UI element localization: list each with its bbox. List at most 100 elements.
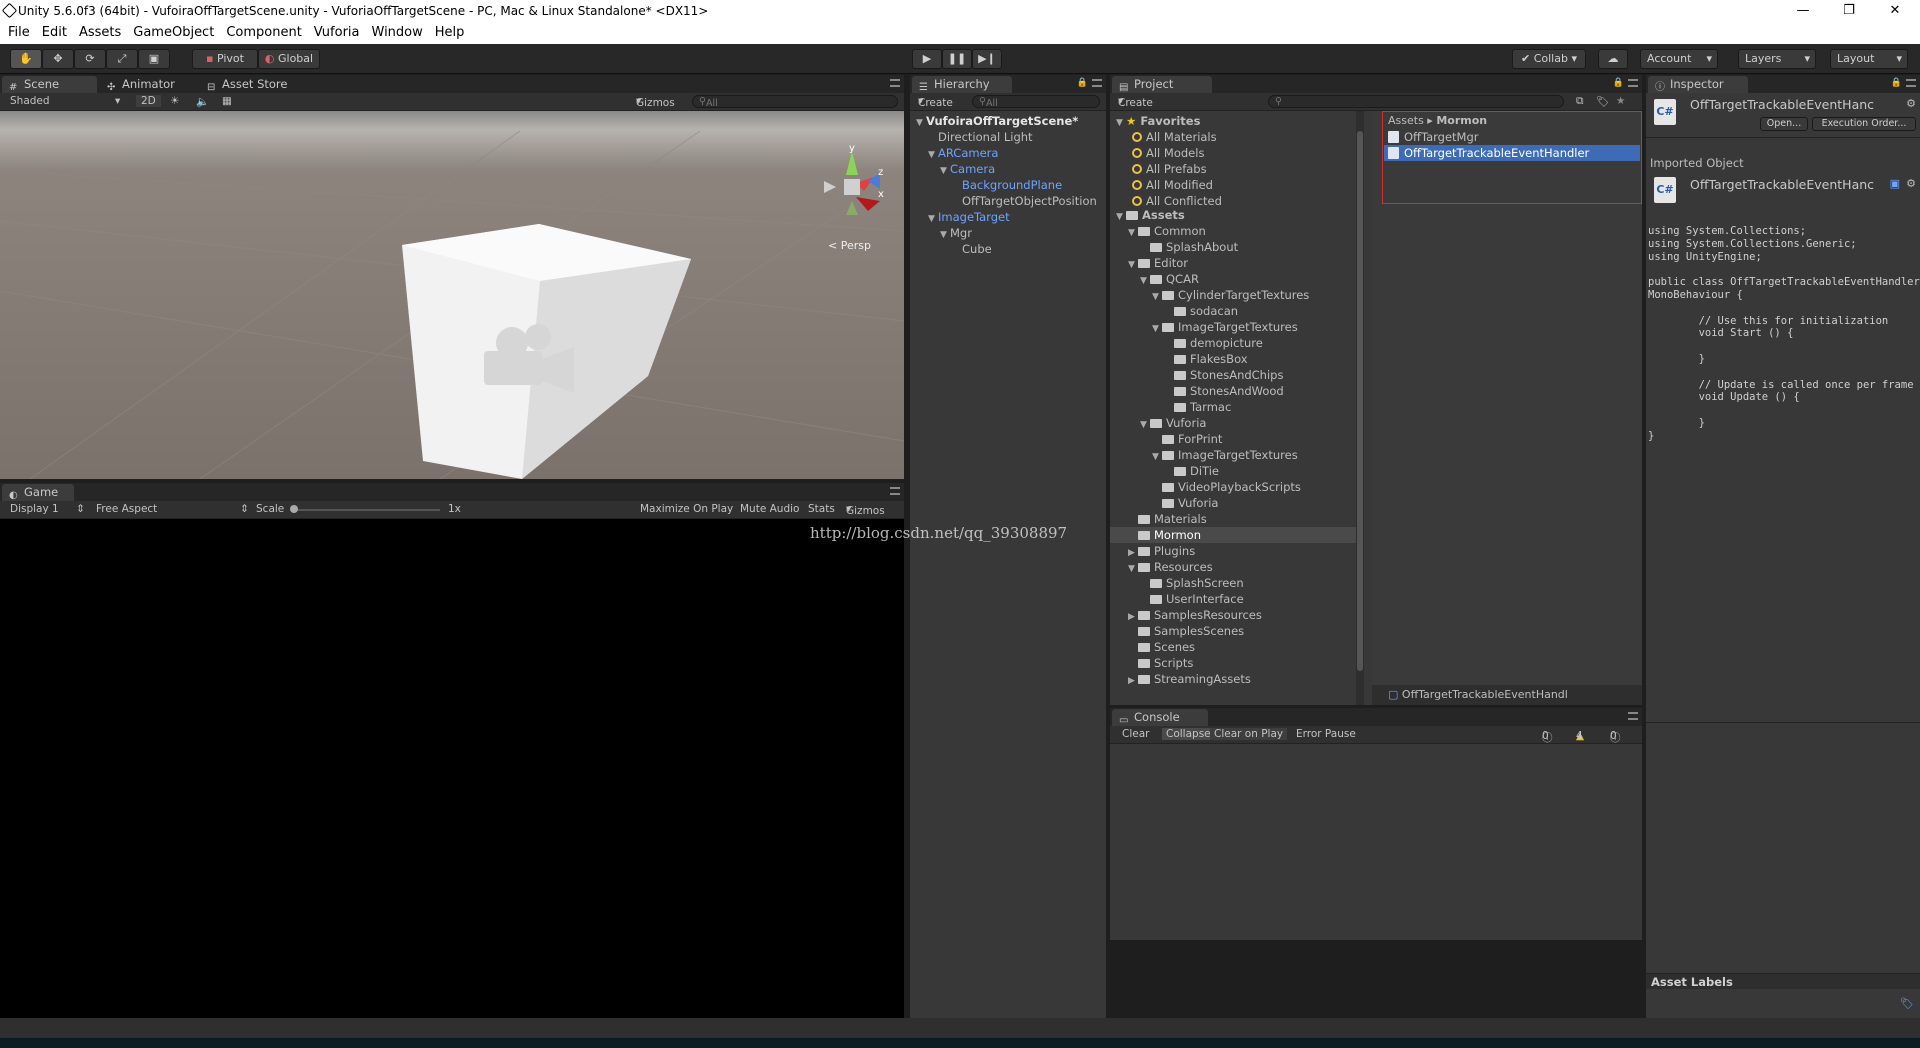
folder-item[interactable]: ▼ ImageTargetTextures [1152,319,1298,335]
menu-edit[interactable]: Edit [36,22,73,44]
expand-arrow-icon[interactable]: ▼ [1128,257,1138,273]
collab-dropdown[interactable]: ✔ Collab ▾ [1512,49,1586,69]
tab-game[interactable]: ◐ Game [2,484,74,501]
console-error-pause-toggle[interactable]: Error Pause [1296,728,1356,740]
stats-toggle[interactable]: Stats [808,503,835,515]
project-lock-icon[interactable]: 🔒 [1613,78,1624,88]
favorite-item[interactable]: All Modified [1132,177,1213,193]
menu-component[interactable]: Component [220,22,307,44]
execution-order-button[interactable]: Execution Order... [1812,117,1916,131]
menu-gameobject[interactable]: GameObject [127,22,220,44]
hierarchy-item[interactable]: ▼ VufoiraOffTargetScene* [916,113,1078,129]
folder-item[interactable]: ▼ Vuforia [1140,415,1206,431]
favorite-item[interactable]: All Models [1132,145,1204,161]
folder-item[interactable]: StonesAndWood [1164,383,1284,399]
panel-menu-icon[interactable] [890,79,900,87]
filter-label-icon[interactable]: 🏷 [1596,95,1609,108]
tab-project[interactable]: ▤ Project [1112,76,1212,93]
folder-item[interactable]: ForPrint [1152,431,1222,447]
hierarchy-item[interactable]: Cube [952,241,992,257]
expand-arrow-icon[interactable]: ▼ [1128,225,1138,241]
lock-icon[interactable]: 🔒 [1077,78,1088,88]
folder-item[interactable]: DiTie [1164,463,1219,479]
tab-console[interactable]: ▭ Console [1112,709,1208,726]
pause-icon[interactable]: ❚❚ [942,49,972,69]
inspector-menu-icon[interactable] [1906,79,1916,87]
folder-item[interactable]: ▼ Editor [1128,255,1188,271]
folder-item[interactable]: ▼ QCAR [1140,271,1199,287]
hierarchy-item[interactable]: Directional Light [928,129,1033,145]
step-icon[interactable]: ▶❙ [972,49,1002,69]
expand-arrow-icon[interactable]: ▼ [1152,321,1162,337]
effects-icon[interactable]: ▦ [222,95,232,107]
folder-item[interactable]: Vuforia [1152,495,1218,511]
expand-arrow-icon[interactable]: ▶ [1128,673,1138,689]
game-menu-icon[interactable] [890,487,900,495]
expand-arrow-icon[interactable]: ▼ [1152,289,1162,305]
rect-tool-icon[interactable]: ▣ [138,49,170,69]
menu-vuforia[interactable]: Vuforia [308,22,366,44]
folder-item[interactable]: demopicture [1164,335,1263,351]
console-clear-on-play-toggle[interactable]: Clear on Play [1210,728,1288,740]
folder-item[interactable]: ▶ SamplesResources [1128,607,1262,623]
folder-item[interactable]: FlakesBox [1164,351,1248,367]
project-menu-icon[interactable] [1628,79,1638,87]
expand-arrow-icon[interactable]: ▼ [1140,273,1150,289]
folder-item[interactable]: Scripts [1128,655,1193,671]
maximize-on-play-toggle[interactable]: Maximize On Play [640,503,733,515]
expand-arrow-icon[interactable]: ▼ [940,227,950,243]
star-icon[interactable]: ★ [1616,95,1625,107]
move-tool-icon[interactable]: ✥ [42,49,74,69]
hand-tool-icon[interactable]: ✋ [10,49,42,69]
tab-asset-store[interactable]: ⊟ Asset Store [200,76,298,93]
tab-inspector[interactable]: ⓘ Inspector [1648,76,1748,93]
folder-item[interactable]: Materials [1128,511,1207,527]
audio-icon[interactable]: 🔈 [196,95,209,108]
hierarchy-item[interactable]: ▼ Camera [940,161,995,177]
folder-item[interactable]: VideoPlaybackScripts [1152,479,1301,495]
shading-arrow-icon[interactable]: ▾ [115,95,120,107]
folder-item[interactable]: StonesAndChips [1164,367,1283,383]
expand-arrow-icon[interactable]: ▼ [1140,417,1150,433]
scale-tool-icon[interactable]: ⤢ [106,49,138,69]
console-menu-icon[interactable] [1628,712,1638,720]
hierarchy-search-input[interactable]: ⚲ All [972,95,1100,109]
assets-header[interactable]: ▼ Assets [1116,207,1185,223]
tab-animator[interactable]: ✣ Animator [100,76,185,93]
lighting-icon[interactable]: ☀ [170,95,179,107]
display-dropdown[interactable]: Display 1 [10,503,59,515]
imported-gear-icon[interactable]: ⚙ [1906,177,1916,190]
minimize-icon[interactable]: — [1780,0,1826,22]
folder-item[interactable]: ▼ ImageTargetTextures [1152,447,1298,463]
hierarchy-item[interactable]: ▼ Mgr [940,225,972,241]
mode-2d-toggle[interactable]: 2D [136,95,161,107]
folder-item[interactable]: ▼ Common [1128,223,1206,239]
folder-item[interactable]: SplashScreen [1140,575,1244,591]
play-icon[interactable]: ▶ [912,49,942,69]
account-dropdown[interactable]: Account ▾ [1640,49,1718,69]
expand-arrow-icon[interactable]: ▼ [940,163,950,179]
expand-arrow-icon[interactable]: ▼ [916,115,926,131]
menu-assets[interactable]: Assets [73,22,127,44]
folder-item[interactable]: UserInterface [1140,591,1244,607]
menu-window[interactable]: Window [366,22,429,44]
folder-item[interactable]: Mormon [1128,527,1201,543]
restore-icon[interactable]: ❐ [1826,0,1872,22]
menu-help[interactable]: Help [429,22,471,44]
aspect-dropdown[interactable]: Free Aspect [96,503,157,515]
folder-item[interactable]: SamplesScenes [1128,623,1244,639]
expand-arrow-icon[interactable]: ▼ [928,147,938,163]
folder-item[interactable]: ▶ StreamingAssets [1128,671,1251,687]
folder-item[interactable]: Scenes [1128,639,1195,655]
folder-item[interactable]: ▼ CylinderTargetTextures [1152,287,1309,303]
mute-audio-toggle[interactable]: Mute Audio [740,503,799,515]
folder-item[interactable]: ▼ Resources [1128,559,1213,575]
open-button[interactable]: Open... [1760,117,1808,131]
gizmos-dropdown[interactable]: Gizmos ▾ [636,95,675,109]
tree-scrollbar[interactable] [1356,111,1364,705]
hierarchy-menu-icon[interactable] [1092,79,1102,87]
persp-label[interactable]: < Persp [828,239,871,252]
expand-arrow-icon[interactable]: ▼ [928,211,938,227]
global-toggle[interactable]: ◐ Global [258,49,320,69]
hierarchy-item[interactable]: ▼ ImageTarget [928,209,1010,225]
